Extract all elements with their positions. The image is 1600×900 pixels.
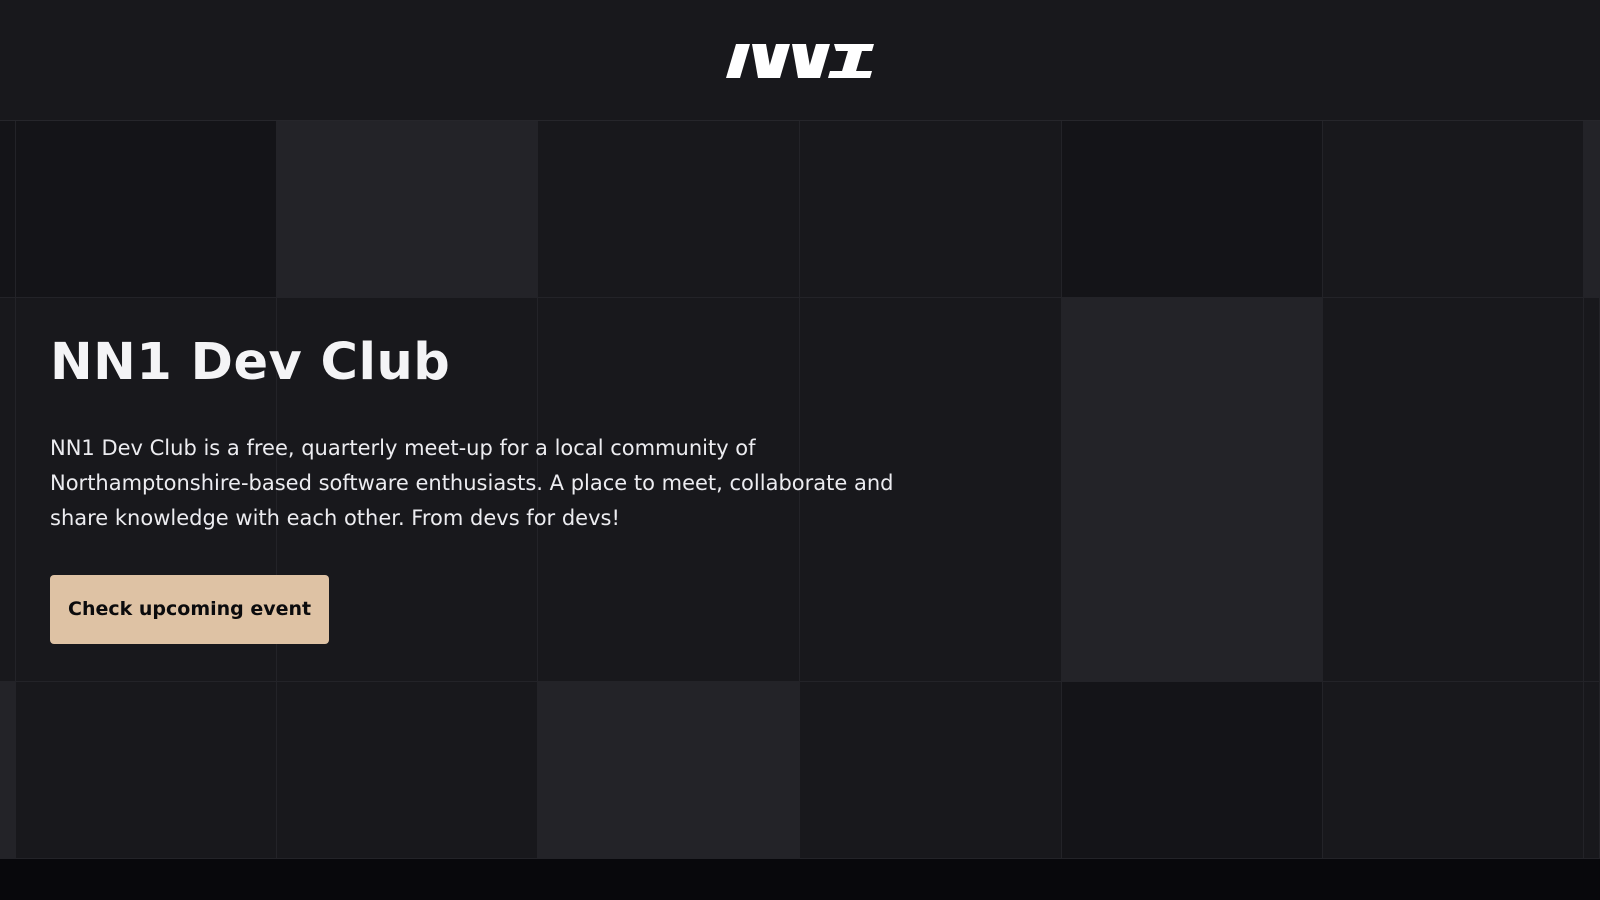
background-tile (277, 121, 538, 298)
background-tile (1584, 298, 1600, 682)
site-header (0, 0, 1600, 121)
hero-section: NN1 Dev Club NN1 Dev Club is a free, qua… (0, 121, 1600, 859)
nn1-logo-icon (726, 44, 874, 78)
background-tile (1584, 121, 1600, 298)
logo-link[interactable] (726, 41, 876, 81)
background-tile (16, 682, 277, 859)
background-tile (1323, 682, 1584, 859)
background-tile (16, 121, 277, 298)
background-tile (1062, 121, 1323, 298)
background-tile (277, 682, 538, 859)
background-tile (1062, 682, 1323, 859)
background-tile (0, 121, 16, 298)
background-tile (1323, 298, 1584, 682)
background-tile (800, 682, 1062, 859)
hero-description: NN1 Dev Club is a free, quarterly meet-u… (50, 436, 894, 530)
background-tile (1323, 121, 1584, 298)
hero-content: NN1 Dev Club NN1 Dev Club is a free, qua… (50, 333, 930, 644)
background-tile (538, 682, 800, 859)
background-tile (0, 298, 16, 682)
check-upcoming-event-button[interactable]: Check upcoming event (50, 575, 330, 644)
background-tile (800, 121, 1062, 298)
page-title: NN1 Dev Club (50, 333, 451, 392)
background-tile (538, 121, 800, 298)
background-tile (0, 682, 16, 859)
background-tile (1584, 682, 1600, 859)
footer-strip (0, 859, 1600, 900)
background-tile (1062, 298, 1323, 682)
